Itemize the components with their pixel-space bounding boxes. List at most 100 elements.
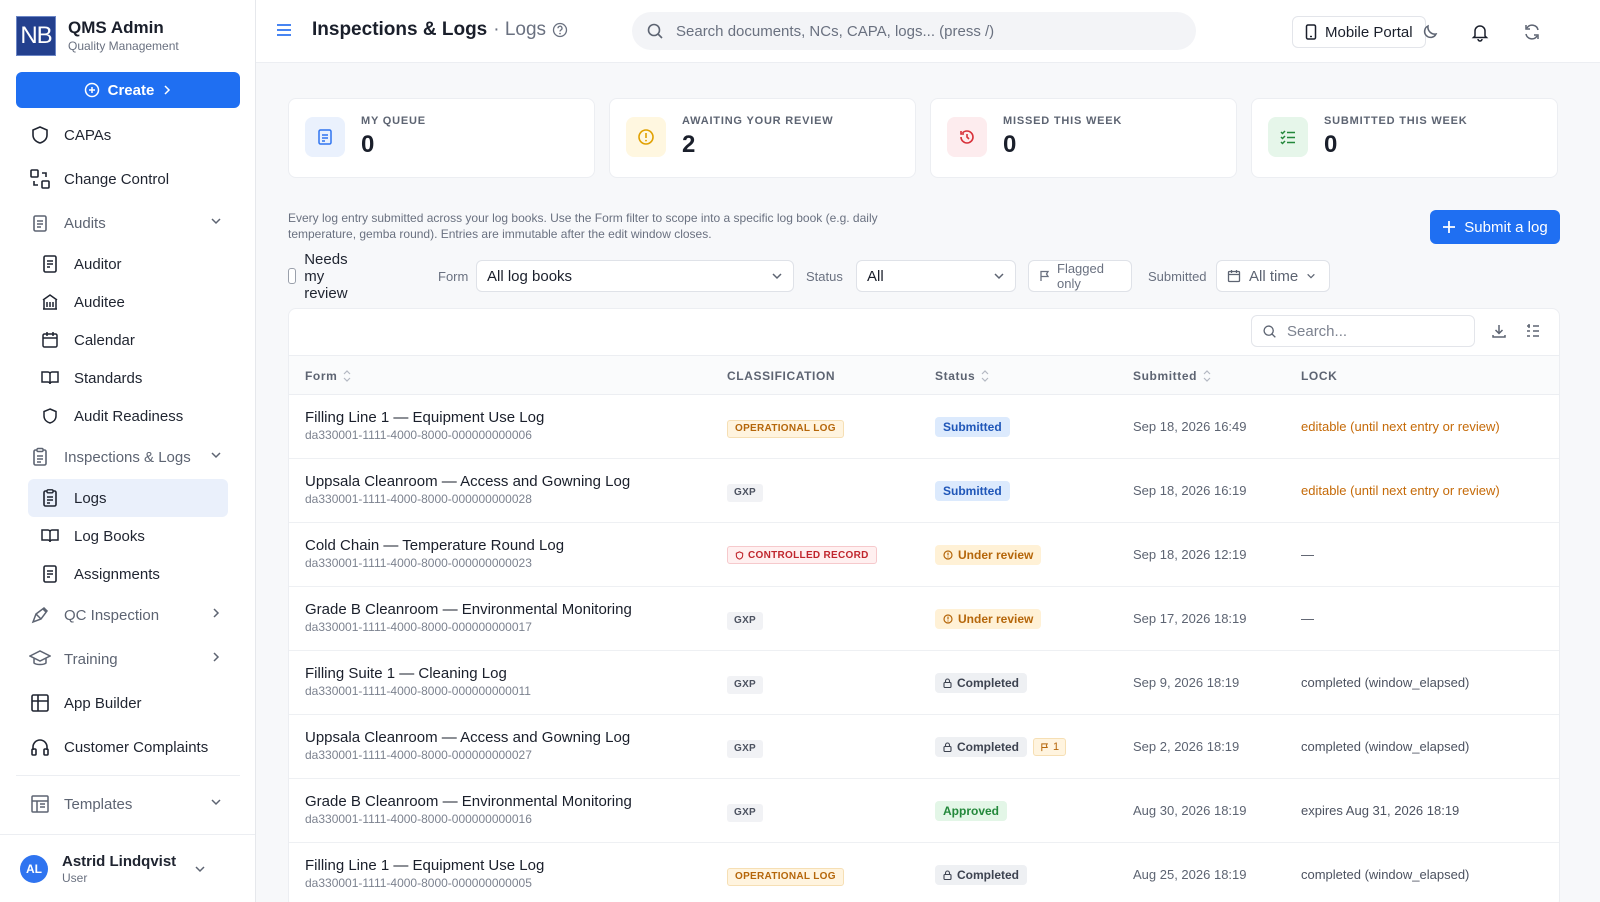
form-title[interactable]: Uppsala Cleanroom — Access and Gowning L… (305, 729, 630, 747)
mobile-portal-button[interactable]: Mobile Portal (1292, 16, 1426, 48)
plus-circle-icon (84, 82, 100, 98)
sidebar-item-templates[interactable]: Templates (16, 782, 240, 826)
table-row[interactable]: Cold Chain — Temperature Round Log da3300… (289, 523, 1559, 587)
sidebar-item-logs[interactable]: Logs (28, 479, 228, 517)
form-cell[interactable]: Uppsala Cleanroom — Access and Gowning L… (305, 729, 630, 763)
table-row[interactable]: Filling Line 1 — Equipment Use Log da3300… (289, 843, 1559, 902)
sidebar-item-audits[interactable]: Audits (16, 201, 240, 245)
submit-log-button[interactable]: Submit a log (1430, 210, 1560, 244)
table-search-input[interactable]: Search... (1251, 315, 1475, 347)
status-badge: Submitted (935, 417, 1010, 437)
sidebar-item-capas[interactable]: CAPAs (16, 113, 240, 157)
column-header-status[interactable]: Status (935, 369, 989, 383)
graduation-cap-icon (28, 647, 52, 671)
column-header-form[interactable]: Form (305, 369, 351, 383)
form-title[interactable]: Filling Line 1 — Equipment Use Log (305, 857, 544, 875)
status-label: Submitted (943, 484, 1002, 498)
lock-cell: completed (window_elapsed) (1301, 867, 1470, 882)
table-row[interactable]: Filling Suite 1 — Cleaning Log da330001-1… (289, 651, 1559, 715)
sidebar-item-calendar[interactable]: Calendar (16, 321, 240, 359)
form-title[interactable]: Uppsala Cleanroom — Access and Gowning L… (305, 473, 630, 491)
flagged-only-toggle[interactable]: Flagged only (1028, 260, 1132, 292)
table-row[interactable]: Uppsala Cleanroom — Access and Gowning L… (289, 715, 1559, 779)
sidebar-item-auditee[interactable]: Auditee (16, 283, 240, 321)
sidebar-item-customer-complaints[interactable]: Customer Complaints (16, 725, 240, 769)
bell-icon[interactable] (1470, 22, 1490, 42)
kpi-card-submitted-this-week[interactable]: SUBMITTED THIS WEEK 0 (1251, 98, 1558, 178)
form-select[interactable]: All log books (476, 260, 794, 292)
kpi-value: 0 (1324, 131, 1338, 158)
needs-review-checkbox[interactable]: Needs my review (288, 251, 355, 302)
flag-count-badge[interactable]: 1 (1033, 738, 1067, 756)
sidebar-item-assignments[interactable]: Assignments (16, 555, 240, 593)
status-label: Under review (958, 612, 1034, 626)
column-settings-icon[interactable] (1525, 323, 1541, 339)
kpi-value: 0 (361, 131, 375, 158)
download-icon[interactable] (1491, 323, 1507, 339)
table-row[interactable]: Grade B Cleanroom — Environmental Monito… (289, 587, 1559, 651)
form-cell[interactable]: Grade B Cleanroom — Environmental Monito… (305, 793, 632, 827)
status-badge: Completed (935, 673, 1028, 693)
chevron-down-icon (993, 270, 1005, 282)
kpi-card-awaiting-review[interactable]: AWAITING YOUR REVIEW 2 (609, 98, 916, 178)
logs-table: Search... Form CLASSIFICATION Status Sub… (288, 308, 1560, 902)
form-title[interactable]: Grade B Cleanroom — Environmental Monito… (305, 601, 632, 619)
menu-icon[interactable] (274, 20, 294, 40)
status-select[interactable]: All (856, 260, 1016, 292)
search-icon (646, 22, 664, 40)
submitted-cell: Aug 25, 2026 18:19 (1133, 867, 1247, 882)
lock-cell: expires Aug 31, 2026 18:19 (1301, 803, 1460, 818)
checkbox[interactable] (288, 268, 297, 284)
form-title[interactable]: Grade B Cleanroom — Environmental Monito… (305, 793, 632, 811)
submitted-cell: Sep 18, 2026 16:19 (1133, 483, 1247, 498)
calendar-icon (40, 330, 60, 350)
form-id: da330001-1111-4000-8000-000000000005 (305, 876, 532, 890)
sidebar-item-label: Change Control (64, 170, 170, 188)
kpi-card-missed-this-week[interactable]: MISSED THIS WEEK 0 (930, 98, 1237, 178)
classification-cell: GXP (727, 802, 764, 822)
form-title[interactable]: Filling Line 1 — Equipment Use Log (305, 409, 544, 427)
moon-icon[interactable] (1420, 22, 1440, 42)
status-label: Submitted (943, 420, 1002, 434)
status-cell: Approved (935, 801, 1008, 821)
form-cell[interactable]: Filling Suite 1 — Cleaning Log da330001-1… (305, 665, 531, 699)
user-role: User (62, 870, 88, 885)
sidebar-item-inspections-logs[interactable]: Inspections & Logs (16, 435, 240, 479)
sidebar-item-log-books[interactable]: Log Books (16, 517, 240, 555)
kpi-label: AWAITING YOUR REVIEW (682, 115, 834, 127)
refresh-icon[interactable] (1522, 22, 1542, 42)
table-row[interactable]: Filling Line 1 — Equipment Use Log da3300… (289, 395, 1559, 459)
chevron-down-icon (210, 796, 222, 808)
sidebar-item-app-builder[interactable]: App Builder (16, 681, 240, 725)
create-button[interactable]: Create (16, 72, 240, 108)
form-cell[interactable]: Uppsala Cleanroom — Access and Gowning L… (305, 473, 630, 507)
table-row[interactable]: Uppsala Cleanroom — Access and Gowning L… (289, 459, 1559, 523)
sidebar-item-audit-readiness[interactable]: Audit Readiness (16, 397, 240, 435)
form-title[interactable]: Cold Chain — Temperature Round Log (305, 537, 564, 555)
help-icon[interactable] (552, 22, 568, 38)
avatar: AL (20, 854, 48, 883)
global-search-input[interactable]: Search documents, NCs, CAPA, logs... (pr… (632, 12, 1196, 50)
table-search-placeholder: Search... (1287, 322, 1348, 340)
list-check-icon (1268, 117, 1308, 157)
form-title[interactable]: Filling Suite 1 — Cleaning Log (305, 665, 531, 683)
sidebar-item-standards[interactable]: Standards (16, 359, 240, 397)
form-cell[interactable]: Grade B Cleanroom — Environmental Monito… (305, 601, 632, 635)
table-row[interactable]: Grade B Cleanroom — Environmental Monito… (289, 779, 1559, 843)
form-cell[interactable]: Filling Line 1 — Equipment Use Log da3300… (305, 857, 544, 891)
sidebar-item-training[interactable]: Training (16, 637, 240, 681)
column-header-submitted[interactable]: Submitted (1133, 369, 1211, 383)
status-select-value: All (867, 267, 884, 285)
page-title-sub: · Logs (493, 19, 547, 40)
kpi-card-my-queue[interactable]: MY QUEUE 0 (288, 98, 595, 178)
form-cell[interactable]: Filling Line 1 — Equipment Use Log da3300… (305, 409, 544, 443)
form-cell[interactable]: Cold Chain — Temperature Round Log da3300… (305, 537, 564, 571)
sidebar-item-qc-inspection[interactable]: QC Inspection (16, 593, 240, 637)
sidebar-item-auditor[interactable]: Auditor (16, 245, 240, 283)
sidebar-item-change-control[interactable]: Change Control (16, 157, 240, 201)
brand[interactable]: NB QMS Admin Quality Management (16, 16, 179, 56)
user-menu[interactable]: AL Astrid Lindqvist User (0, 834, 255, 902)
submitted-range-select[interactable]: All time (1216, 260, 1330, 292)
form-id: da330001-1111-4000-8000-000000000023 (305, 556, 532, 570)
form-id: da330001-1111-4000-8000-000000000027 (305, 748, 532, 762)
